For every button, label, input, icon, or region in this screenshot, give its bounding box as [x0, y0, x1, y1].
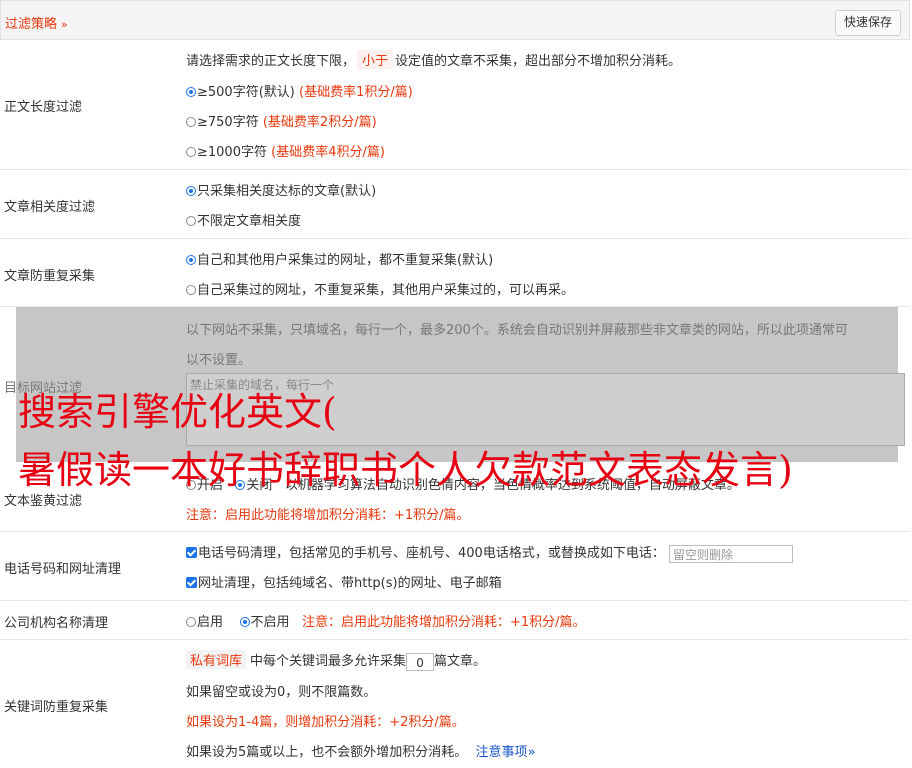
chevron-down-icon: » [61, 18, 68, 31]
checkbox-checked-icon[interactable] [186, 577, 197, 588]
radio-icon[interactable] [186, 617, 196, 627]
radio-selected-icon[interactable] [186, 87, 196, 97]
option-text: 自己采集过的网址，不重复采集，其他用户采集过的，可以再采。 [197, 283, 575, 298]
phone-clean-option[interactable]: 电话号码清理，包括常见的手机号、座机号、400电话格式，或替换成如下电话： 留空… [186, 542, 793, 563]
relevance-option-2[interactable]: 不限定文章相关度 [186, 210, 301, 229]
relevance-option-1[interactable]: 只采集相关度达标的文章(默认) [186, 180, 376, 199]
line-text: 如果设为5篇或以上，也不会额外增加积分消耗。 [186, 745, 468, 760]
option-on-text: 启用 [197, 615, 224, 630]
radio-icon[interactable] [186, 147, 196, 157]
radio-icon[interactable] [186, 117, 196, 127]
watermark-line-1: 搜索引擎优化英文( [18, 390, 337, 434]
phone-clean-row: 电话号码和网址清理 电话号码清理，包括常见的手机号、座机号、400电话格式，或替… [0, 532, 910, 601]
chevron-down-icon: » [527, 745, 536, 760]
option-text: 不限定文章相关度 [197, 214, 302, 229]
section-title-label: 过滤策略 [5, 17, 58, 32]
site-filter-desc-2: 以不设置。 [186, 353, 252, 368]
radio-selected-icon[interactable] [186, 186, 196, 196]
phone-clean-label: 电话号码和网址清理 [4, 562, 122, 577]
relevance-row: 文章相关度过滤 只采集相关度达标的文章(默认) 不限定文章相关度 [0, 170, 910, 239]
desc-text: 设定值的文章不采集，超出部分不增加积分消耗。 [395, 54, 682, 69]
filter-strategy-header: 过滤策略» 快速保存 [0, 0, 910, 40]
option-text: ≥500字符(默认) [197, 85, 295, 100]
porn-filter-note: 注意：启用此功能将增加积分消耗：+1积分/篇。 [186, 508, 470, 523]
option-text: 网址清理，包括纯域名、带http(s)的网址、电子邮箱 [198, 576, 502, 591]
less-than-tag: 小于 [357, 50, 394, 69]
line-text: 中每个关键词最多允许采集 [250, 654, 407, 669]
option-note: (基础费率4积分/篇) [271, 145, 385, 160]
relevance-label: 文章相关度过滤 [4, 200, 96, 215]
keyword-dedup-line2: 如果留空或设为0，则不限篇数。 [186, 685, 377, 700]
quick-save-button[interactable]: 快速保存 [834, 10, 901, 36]
line-text: 篇文章。 [434, 654, 487, 669]
radio-selected-icon[interactable] [186, 255, 196, 265]
dedup-option-1[interactable]: 自己和其他用户采集过的网址，都不重复采集(默认) [186, 249, 493, 268]
keyword-dedup-line4: 如果设为5篇或以上，也不会额外增加积分消耗。 注意事项» [186, 741, 536, 760]
option-text: ≥1000字符 [197, 145, 267, 160]
replacement-phone-input[interactable]: 留空则删除 [668, 544, 793, 563]
private-lexicon-tag[interactable]: 私有词库 [186, 650, 247, 669]
dedup-label: 文章防重复采集 [4, 269, 96, 284]
url-clean-option[interactable]: 网址清理，包括纯域名、带http(s)的网址、电子邮箱 [186, 572, 502, 591]
keyword-dedup-row: 关键词防重复采集 私有词库 中每个关键词最多允许采集 0 篇文章。 如果留空或设为0，… [0, 640, 910, 768]
dedup-option-2[interactable]: 自己采集过的网址，不重复采集，其他用户采集过的，可以再采。 [186, 279, 574, 298]
content-length-desc: 请选择需求的正文长度下限， 小于 设定值的文章不采集，超出部分不增加积分消耗。 [186, 50, 681, 69]
keyword-dedup-label: 关键词防重复采集 [4, 700, 109, 715]
length-option-750[interactable]: ≥750字符 (基础费率2积分/篇) [186, 111, 377, 130]
max-articles-input[interactable]: 0 [406, 652, 435, 671]
length-option-1000[interactable]: ≥1000字符 (基础费率4积分/篇) [186, 141, 385, 160]
org-clean-label: 公司机构名称清理 [4, 616, 109, 631]
radio-icon[interactable] [186, 216, 196, 226]
option-text: 电话号码清理，包括常见的手机号、座机号、400电话格式，或替换成如下电话： [198, 546, 665, 561]
length-option-500[interactable]: ≥500字符(默认) (基础费率1积分/篇) [186, 81, 413, 100]
desc-text: 请选择需求的正文长度下限， [186, 54, 356, 69]
notes-link-label: 注意事项 [475, 745, 528, 760]
site-filter-desc: 以下网站不采集，只填域名，每行一个，最多200个。系统会自动识别并屏蔽那些非文章… [186, 323, 848, 338]
option-off-text: 不启用 [250, 615, 290, 630]
option-note: (基础费率1积分/篇) [299, 85, 413, 100]
content-length-label: 正文长度过滤 [4, 100, 83, 115]
org-clean-note: 注意：启用此功能将增加积分消耗：+1积分/篇。 [301, 615, 586, 630]
watermark-line-2: 暑假读一本好书辞职书个人欠款范文表态发言) [18, 448, 793, 492]
option-text: ≥750字符 [197, 115, 259, 130]
option-note: (基础费率2积分/篇) [262, 115, 377, 130]
option-text: 只采集相关度达标的文章(默认) [197, 184, 377, 199]
keyword-dedup-line1: 私有词库 中每个关键词最多允许采集 0 篇文章。 [186, 650, 486, 671]
radio-icon[interactable] [186, 285, 196, 295]
content-length-row: 正文长度过滤 请选择需求的正文长度下限， 小于 设定值的文章不采集，超出部分不增加积… [0, 40, 910, 170]
org-clean-row: 公司机构名称清理 启用 不启用 注意：启用此功能将增加积分消耗：+1积分/篇。 [0, 601, 910, 640]
dedup-row: 文章防重复采集 自己和其他用户采集过的网址，都不重复采集(默认) 自己采集过的网… [0, 239, 910, 307]
checkbox-checked-icon[interactable] [186, 547, 197, 558]
org-clean-options: 启用 不启用 注意：启用此功能将增加积分消耗：+1积分/篇。 [186, 611, 586, 630]
section-title[interactable]: 过滤策略» [5, 13, 68, 32]
option-text: 自己和其他用户采集过的网址，都不重复采集(默认) [197, 253, 494, 268]
keyword-dedup-line3: 如果设为1-4篇，则增加积分消耗：+2积分/篇。 [186, 715, 465, 730]
radio-selected-icon[interactable] [239, 617, 250, 627]
notes-link[interactable]: 注意事项» [476, 745, 536, 760]
porn-filter-label: 文本鉴黄过滤 [4, 494, 83, 509]
